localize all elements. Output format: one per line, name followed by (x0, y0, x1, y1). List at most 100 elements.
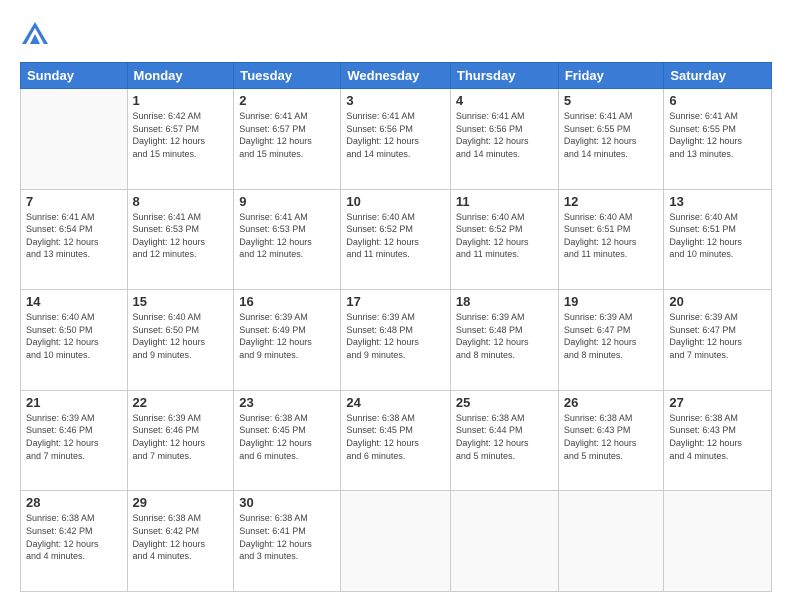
day-info: Sunrise: 6:41 AMSunset: 6:55 PMDaylight:… (564, 110, 659, 160)
day-cell-25: 25 Sunrise: 6:38 AMSunset: 6:44 PMDayligh… (450, 390, 558, 491)
day-cell-1: 1 Sunrise: 6:42 AMSunset: 6:57 PMDaylight… (127, 89, 234, 190)
day-info: Sunrise: 6:38 AMSunset: 6:44 PMDaylight:… (456, 412, 553, 462)
day-cell-26: 26 Sunrise: 6:38 AMSunset: 6:43 PMDayligh… (558, 390, 664, 491)
week-row-5: 28Sunrise: 6:38 AMSunset: 6:42 PMDayligh… (21, 491, 772, 592)
col-header-sunday: Sunday (21, 63, 128, 89)
day-number: 7 (26, 194, 122, 209)
empty-cell (450, 491, 558, 592)
day-number: 24 (346, 395, 445, 410)
empty-cell (21, 89, 128, 190)
empty-cell (664, 491, 772, 592)
day-cell-9: 9Sunrise: 6:41 AMSunset: 6:53 PMDaylight… (234, 189, 341, 290)
day-cell-7: 7 Sunrise: 6:41 AMSunset: 6:54 PMDaylight… (21, 189, 128, 290)
day-cell-20: 20Sunrise: 6:39 AMSunset: 6:47 PMDayligh… (664, 290, 772, 391)
day-info: Sunrise: 6:41 AMSunset: 6:53 PMDaylight:… (239, 211, 335, 261)
page: SundayMondayTuesdayWednesdayThursdayFrid… (0, 0, 792, 612)
logo-icon (20, 20, 50, 50)
empty-cell (558, 491, 664, 592)
day-cell-2: 2 Sunrise: 6:41 AMSunset: 6:57 PMDaylight… (234, 89, 341, 190)
day-info: Sunrise: 6:39 AMSunset: 6:46 PMDaylight:… (133, 412, 229, 462)
logo (20, 20, 54, 50)
day-info: Sunrise: 6:42 AMSunset: 6:57 PMDaylight:… (133, 110, 229, 160)
day-cell-3: 3 Sunrise: 6:41 AMSunset: 6:56 PMDaylight… (341, 89, 451, 190)
day-cell-18: 18 Sunrise: 6:39 AMSunset: 6:48 PMDayligh… (450, 290, 558, 391)
day-info: Sunrise: 6:38 AMSunset: 6:45 PMDaylight:… (346, 412, 445, 462)
day-cell-22: 22 Sunrise: 6:39 AMSunset: 6:46 PMDayligh… (127, 390, 234, 491)
day-cell-4: 4 Sunrise: 6:41 AMSunset: 6:56 PMDaylight… (450, 89, 558, 190)
header-row: SundayMondayTuesdayWednesdayThursdayFrid… (21, 63, 772, 89)
day-number: 16 (239, 294, 335, 309)
day-info: Sunrise: 6:38 AMSunset: 6:42 PMDaylight:… (133, 512, 229, 562)
day-info: Sunrise: 6:39 AMSunset: 6:48 PMDaylight:… (456, 311, 553, 361)
day-number: 3 (346, 93, 445, 108)
day-number: 30 (239, 495, 335, 510)
calendar-table: SundayMondayTuesdayWednesdayThursdayFrid… (20, 62, 772, 592)
day-info: Sunrise: 6:38 AMSunset: 6:42 PMDaylight:… (26, 512, 122, 562)
day-cell-27: 27 Sunrise: 6:38 AMSunset: 6:43 PMDayligh… (664, 390, 772, 491)
day-cell-24: 24 Sunrise: 6:38 AMSunset: 6:45 PMDayligh… (341, 390, 451, 491)
day-number: 2 (239, 93, 335, 108)
day-info: Sunrise: 6:41 AMSunset: 6:53 PMDaylight:… (133, 211, 229, 261)
week-row-2: 7 Sunrise: 6:41 AMSunset: 6:54 PMDaylight… (21, 189, 772, 290)
day-cell-29: 29 Sunrise: 6:38 AMSunset: 6:42 PMDayligh… (127, 491, 234, 592)
header (20, 20, 772, 50)
day-info: Sunrise: 6:39 AMSunset: 6:47 PMDaylight:… (564, 311, 659, 361)
day-cell-5: 5 Sunrise: 6:41 AMSunset: 6:55 PMDaylight… (558, 89, 664, 190)
day-info: Sunrise: 6:38 AMSunset: 6:43 PMDaylight:… (564, 412, 659, 462)
day-info: Sunrise: 6:40 AMSunset: 6:50 PMDaylight:… (133, 311, 229, 361)
day-cell-13: 13Sunrise: 6:40 AMSunset: 6:51 PMDayligh… (664, 189, 772, 290)
day-info: Sunrise: 6:39 AMSunset: 6:49 PMDaylight:… (239, 311, 335, 361)
day-cell-14: 14Sunrise: 6:40 AMSunset: 6:50 PMDayligh… (21, 290, 128, 391)
col-header-friday: Friday (558, 63, 664, 89)
day-info: Sunrise: 6:38 AMSunset: 6:45 PMDaylight:… (239, 412, 335, 462)
day-info: Sunrise: 6:39 AMSunset: 6:47 PMDaylight:… (669, 311, 766, 361)
day-cell-12: 12Sunrise: 6:40 AMSunset: 6:51 PMDayligh… (558, 189, 664, 290)
day-info: Sunrise: 6:40 AMSunset: 6:50 PMDaylight:… (26, 311, 122, 361)
day-number: 29 (133, 495, 229, 510)
day-cell-19: 19 Sunrise: 6:39 AMSunset: 6:47 PMDayligh… (558, 290, 664, 391)
day-cell-11: 11 Sunrise: 6:40 AMSunset: 6:52 PMDayligh… (450, 189, 558, 290)
day-cell-8: 8Sunrise: 6:41 AMSunset: 6:53 PMDaylight… (127, 189, 234, 290)
day-cell-21: 21 Sunrise: 6:39 AMSunset: 6:46 PMDayligh… (21, 390, 128, 491)
day-number: 5 (564, 93, 659, 108)
day-number: 10 (346, 194, 445, 209)
day-cell-17: 17 Sunrise: 6:39 AMSunset: 6:48 PMDayligh… (341, 290, 451, 391)
day-info: Sunrise: 6:40 AMSunset: 6:52 PMDaylight:… (346, 211, 445, 261)
day-number: 19 (564, 294, 659, 309)
day-number: 6 (669, 93, 766, 108)
day-number: 26 (564, 395, 659, 410)
day-info: Sunrise: 6:40 AMSunset: 6:51 PMDaylight:… (669, 211, 766, 261)
day-info: Sunrise: 6:38 AMSunset: 6:43 PMDaylight:… (669, 412, 766, 462)
day-info: Sunrise: 6:39 AMSunset: 6:46 PMDaylight:… (26, 412, 122, 462)
day-number: 21 (26, 395, 122, 410)
day-number: 18 (456, 294, 553, 309)
day-cell-16: 16 Sunrise: 6:39 AMSunset: 6:49 PMDayligh… (234, 290, 341, 391)
col-header-monday: Monday (127, 63, 234, 89)
day-number: 12 (564, 194, 659, 209)
day-number: 17 (346, 294, 445, 309)
day-number: 23 (239, 395, 335, 410)
day-cell-23: 23 Sunrise: 6:38 AMSunset: 6:45 PMDayligh… (234, 390, 341, 491)
col-header-saturday: Saturday (664, 63, 772, 89)
day-number: 27 (669, 395, 766, 410)
col-header-thursday: Thursday (450, 63, 558, 89)
week-row-1: 1 Sunrise: 6:42 AMSunset: 6:57 PMDaylight… (21, 89, 772, 190)
day-info: Sunrise: 6:41 AMSunset: 6:57 PMDaylight:… (239, 110, 335, 160)
day-cell-6: 6 Sunrise: 6:41 AMSunset: 6:55 PMDaylight… (664, 89, 772, 190)
day-number: 25 (456, 395, 553, 410)
day-number: 15 (133, 294, 229, 309)
day-info: Sunrise: 6:39 AMSunset: 6:48 PMDaylight:… (346, 311, 445, 361)
day-info: Sunrise: 6:40 AMSunset: 6:52 PMDaylight:… (456, 211, 553, 261)
day-number: 11 (456, 194, 553, 209)
day-info: Sunrise: 6:41 AMSunset: 6:55 PMDaylight:… (669, 110, 766, 160)
week-row-4: 21 Sunrise: 6:39 AMSunset: 6:46 PMDayligh… (21, 390, 772, 491)
day-number: 1 (133, 93, 229, 108)
day-number: 22 (133, 395, 229, 410)
day-info: Sunrise: 6:41 AMSunset: 6:56 PMDaylight:… (346, 110, 445, 160)
day-info: Sunrise: 6:41 AMSunset: 6:54 PMDaylight:… (26, 211, 122, 261)
empty-cell (341, 491, 451, 592)
day-number: 4 (456, 93, 553, 108)
week-row-3: 14Sunrise: 6:40 AMSunset: 6:50 PMDayligh… (21, 290, 772, 391)
day-info: Sunrise: 6:41 AMSunset: 6:56 PMDaylight:… (456, 110, 553, 160)
col-header-tuesday: Tuesday (234, 63, 341, 89)
